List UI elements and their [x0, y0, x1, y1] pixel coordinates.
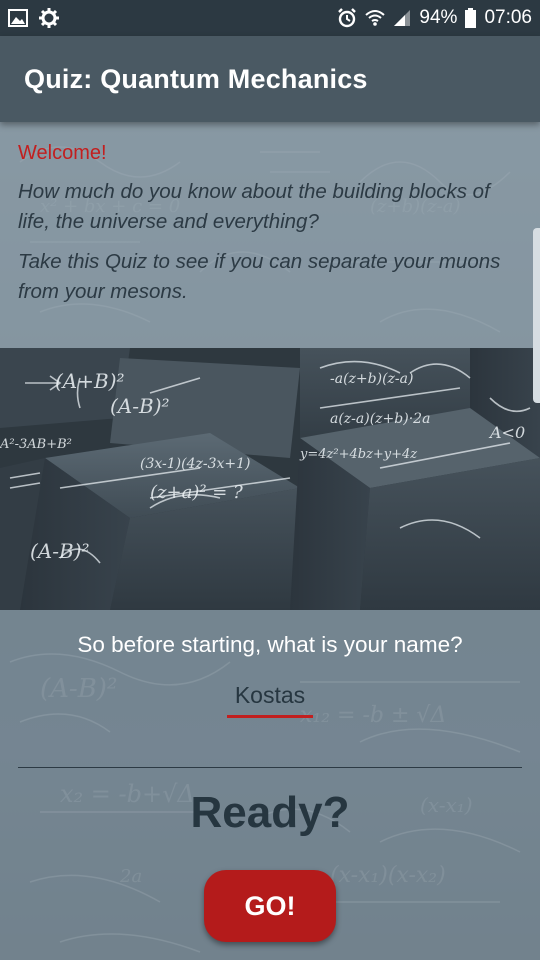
name-input-field[interactable] — [220, 672, 320, 720]
app-title: Quiz: Quantum Mechanics — [24, 63, 368, 94]
svg-text:(3x-1)(4z-3x+1): (3x-1)(4z-3x+1) — [140, 456, 251, 472]
svg-text:-a(z+b)(z-a): -a(z+b)(z-a) — [330, 371, 413, 387]
svg-text:y=4z²+4bz+y+4z: y=4z²+4bz+y+4z — [299, 447, 417, 462]
intro-section: Welcome! How much do you know about the … — [0, 122, 540, 348]
battery-icon — [465, 8, 477, 28]
status-right-icons: 94% 07:06 — [337, 7, 532, 29]
alarm-icon — [337, 8, 357, 28]
intro-paragraph-1: How much do you know about the building … — [18, 180, 490, 233]
svg-text:(A+B)²: (A+B)² — [55, 369, 125, 393]
svg-text:(z+a)² = ?: (z+a)² = ? — [150, 482, 243, 503]
name-input-underline — [227, 715, 313, 718]
svg-text:(A-B)²: (A-B)² — [110, 394, 170, 418]
signal-icon — [393, 9, 411, 27]
svg-text:(A-B)²: (A-B)² — [30, 539, 90, 563]
scroll-handle[interactable] — [533, 228, 540, 403]
settings-sync-icon — [38, 7, 60, 29]
wifi-icon — [365, 9, 386, 27]
name-form-section: So before starting, what is your name? R… — [0, 610, 540, 960]
svg-text:a(z-a)(z+b)·2a: a(z-a)(z+b)·2a — [330, 411, 430, 427]
name-question: So before starting, what is your name? — [77, 632, 463, 657]
welcome-heading: Welcome! — [18, 142, 107, 164]
go-button[interactable]: GO! — [204, 870, 336, 942]
divider — [18, 767, 522, 768]
svg-text:A<0: A<0 — [488, 423, 525, 442]
svg-text:A²-3AB+B²: A²-3AB+B² — [0, 437, 72, 452]
battery-percent: 94% — [419, 7, 458, 28]
intro-paragraph-2: Take this Quiz to see if you can separat… — [18, 250, 501, 303]
chalk-cubes-illustration: (A+B)² (A-B)² -a(z+b)(z-a) a(z-a)(z+b)·2… — [0, 348, 540, 610]
status-bar: 94% 07:06 — [0, 0, 540, 36]
status-left-icons — [8, 7, 60, 29]
name-input[interactable] — [220, 672, 320, 715]
app-bar: Quiz: Quantum Mechanics — [0, 36, 540, 122]
clock-time: 07:06 — [484, 7, 532, 28]
hero-image: (A+B)² (A-B)² -a(z+b)(z-a) a(z-a)(z+b)·2… — [0, 348, 540, 610]
image-icon — [8, 9, 28, 27]
ready-heading: Ready? — [190, 788, 350, 837]
